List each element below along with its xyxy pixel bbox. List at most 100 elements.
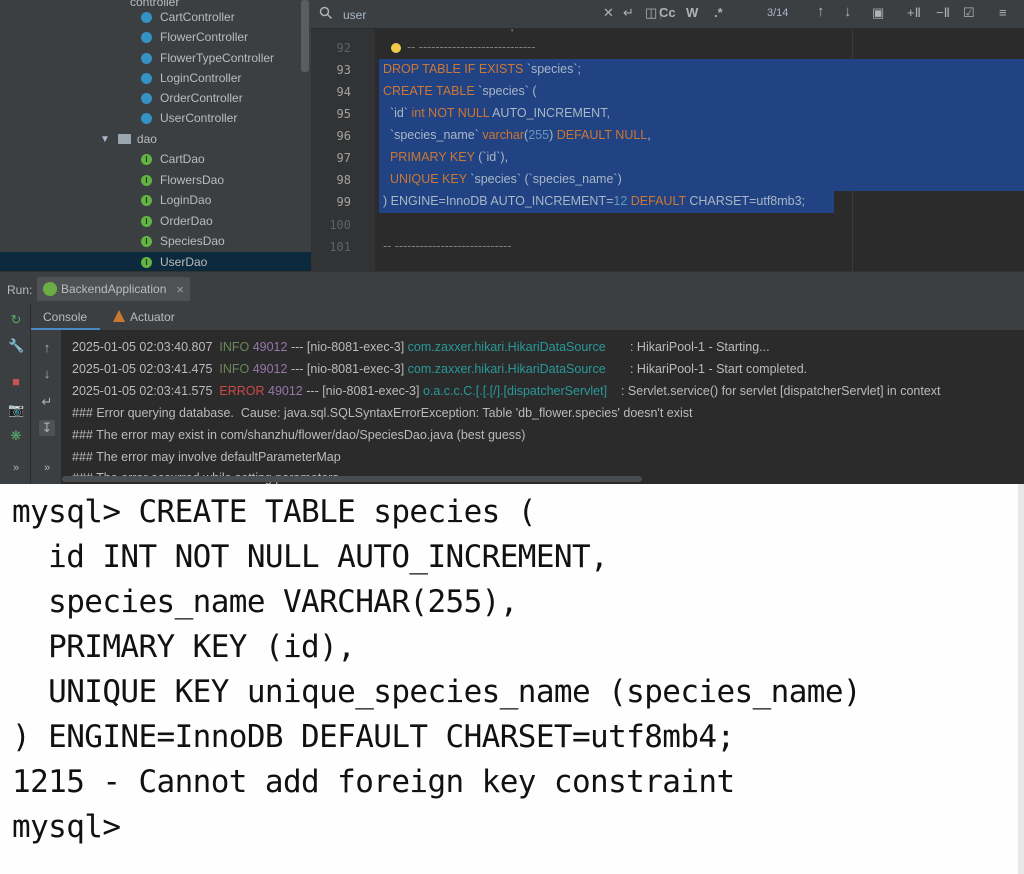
tree-scrollbar[interactable] xyxy=(301,0,309,72)
sql-number: 12 xyxy=(613,194,628,208)
mysql-terminal[interactable]: mysql> CREATE TABLE species ( id INT NOT… xyxy=(0,484,1024,874)
stop-icon[interactable]: ■ xyxy=(8,374,24,389)
log-timestamp: 2025-01-05 02:03:40.807 xyxy=(72,340,213,354)
log-thread: --- [nio-8081-exec-3] xyxy=(287,362,408,376)
tree-item-flowersdao[interactable]: I FlowersDao xyxy=(141,170,224,190)
tree-item-label: OrderController xyxy=(160,91,243,105)
class-icon xyxy=(141,112,152,124)
tab-actuator-label: Actuator xyxy=(130,310,175,324)
sql-keyword: DEFAULT xyxy=(630,194,686,208)
line-number: 95 xyxy=(336,107,351,121)
scroll-down-icon[interactable]: ↓ xyxy=(39,366,55,381)
sql-identifier: `species_name` xyxy=(383,128,483,142)
debug-bug-icon[interactable]: ❋ xyxy=(8,428,24,444)
more-icon[interactable]: » xyxy=(8,462,24,474)
camera-icon[interactable]: 📷 xyxy=(8,402,24,418)
tree-item-cartcontroller[interactable]: CartController xyxy=(141,7,235,27)
tree-item-usercontroller[interactable]: UserController xyxy=(141,108,237,128)
new-line-icon[interactable]: ↵ xyxy=(623,5,634,21)
sql-number: 255 xyxy=(528,128,550,142)
console-toolbar: ↑ ↓ ↵ ↧ » xyxy=(31,330,62,484)
tree-item-logincontroller[interactable]: LoginController xyxy=(141,68,241,88)
prev-match-icon[interactable]: ↑ xyxy=(817,3,825,20)
log-message: : Servlet.service() for servlet [dispatc… xyxy=(607,384,941,398)
class-icon xyxy=(141,11,152,23)
terminal-line: PRIMARY KEY (id), xyxy=(12,629,356,665)
tree-item-flowertypecontroller[interactable]: FlowerTypeController xyxy=(141,48,274,68)
sql-identifier: CHARSET=utf8mb3; xyxy=(685,194,806,208)
sql-keyword: CREATE TABLE xyxy=(383,84,475,98)
tree-item-ordercontroller[interactable]: OrderController xyxy=(141,88,243,108)
code-editor[interactable]: ✕ ↵ ◫ | Cc W .* 3/14 ↑ ↓ ▣ +Ⅱ −Ⅱ ☑ ≡ Tab… xyxy=(311,0,1024,271)
tree-item-label: CartController xyxy=(160,10,235,24)
run-tab-backendapplication[interactable]: BackendApplication × xyxy=(37,277,190,301)
tree-item-cartdao[interactable]: I CartDao xyxy=(141,149,205,169)
tree-item-label: FlowersDao xyxy=(160,173,225,187)
match-count: 3/14 xyxy=(767,7,789,19)
filter-icon[interactable]: ≡ xyxy=(999,5,1007,20)
select-occurrences-icon[interactable]: ☑ xyxy=(963,5,975,21)
code-line-101: -- ---------------------------- xyxy=(383,239,512,253)
search-history-icon[interactable]: ◫ xyxy=(645,5,657,21)
more-icon[interactable]: » xyxy=(39,462,55,474)
whole-word-button[interactable]: W xyxy=(686,5,698,20)
search-icon[interactable] xyxy=(319,6,333,25)
tree-item-userdao[interactable]: I UserDao xyxy=(0,252,311,271)
soft-wrap-icon[interactable]: ↵ xyxy=(39,394,55,410)
log-level: INFO xyxy=(219,340,250,354)
tree-item-dao-folder[interactable]: ▼ dao xyxy=(100,129,157,149)
tree-item-label: FlowerTypeController xyxy=(160,51,275,65)
run-panel-header: Run: BackendApplication × xyxy=(0,271,1024,305)
folder-icon xyxy=(117,134,131,144)
tree-item-orderdao[interactable]: I OrderDao xyxy=(141,211,213,231)
tab-actuator[interactable]: Actuator xyxy=(113,310,175,324)
terminal-prompt: mysql> xyxy=(12,809,121,845)
scroll-to-end-icon[interactable]: ↧ xyxy=(39,420,55,436)
run-tab-label: BackendApplication xyxy=(61,282,167,296)
tree-item-speciesdao[interactable]: I SpeciesDao xyxy=(141,231,225,251)
line-number: 93 xyxy=(336,63,351,77)
log-level: ERROR xyxy=(219,384,265,398)
tree-item-logindao[interactable]: I LoginDao xyxy=(141,190,211,210)
tree-item-label: SpeciesDao xyxy=(160,234,225,248)
rerun-icon[interactable]: ↻ xyxy=(8,312,24,328)
wrench-icon[interactable]: 🔧 xyxy=(8,338,24,354)
line-number: 96 xyxy=(336,129,351,143)
match-case-button[interactable]: Cc xyxy=(659,5,676,20)
lightbulb-icon[interactable] xyxy=(391,43,401,53)
sql-punct: ) xyxy=(549,128,557,142)
chevron-down-icon[interactable]: ▼ xyxy=(100,134,110,145)
line-number: 98 xyxy=(336,173,351,187)
sql-keyword: IF xyxy=(460,62,479,76)
scroll-up-icon[interactable]: ↑ xyxy=(39,340,55,355)
tab-console[interactable]: Console xyxy=(43,310,87,324)
select-all-occurrences-icon[interactable]: ▣ xyxy=(872,5,884,21)
log-line: 2025-01-05 02:03:41.575 ERROR 49012 --- … xyxy=(72,384,941,398)
terminal-edge xyxy=(1018,484,1024,874)
remove-occurrence-icon[interactable]: −Ⅱ xyxy=(936,5,950,21)
add-next-occurrence-icon[interactable]: +Ⅱ xyxy=(907,5,921,21)
interface-icon: I xyxy=(141,235,152,247)
clear-search-icon[interactable]: ✕ xyxy=(603,5,614,21)
next-match-icon[interactable]: ↓ xyxy=(844,3,852,20)
code-line-98: UNIQUE KEY `species` (`species_name`) xyxy=(383,172,622,186)
log-line: 2025-01-05 02:03:41.475 INFO 49012 --- [… xyxy=(72,362,807,376)
line-number: 94 xyxy=(336,85,351,99)
spring-boot-icon xyxy=(43,282,57,296)
code-line-93: DROP TABLE IF EXISTS `species`; xyxy=(383,62,581,76)
terminal-line: species_name VARCHAR(255), xyxy=(12,584,518,620)
log-line: 2025-01-05 02:03:40.807 INFO 49012 --- [… xyxy=(72,340,770,354)
code-line-96: `species_name` varchar(255) DEFAULT NULL… xyxy=(383,128,651,142)
tree-item-flowercontroller[interactable]: FlowerController xyxy=(141,27,248,47)
sql-identifier: `species` ( xyxy=(474,84,537,98)
interface-icon: I xyxy=(141,194,152,206)
code-line-95: `id` int NOT NULL AUTO_INCREMENT, xyxy=(383,106,610,120)
log-timestamp: 2025-01-05 02:03:41.575 xyxy=(72,384,213,398)
console-output[interactable]: 2025-01-05 02:03:40.807 INFO 49012 --- [… xyxy=(62,330,1024,484)
regex-button[interactable]: .* xyxy=(714,5,723,20)
close-icon[interactable]: × xyxy=(176,282,184,297)
run-label: Run: xyxy=(7,283,33,297)
search-input[interactable] xyxy=(341,5,585,24)
horizontal-scrollbar[interactable] xyxy=(62,476,642,482)
code-line-92: -- ---------------------------- xyxy=(407,40,536,54)
